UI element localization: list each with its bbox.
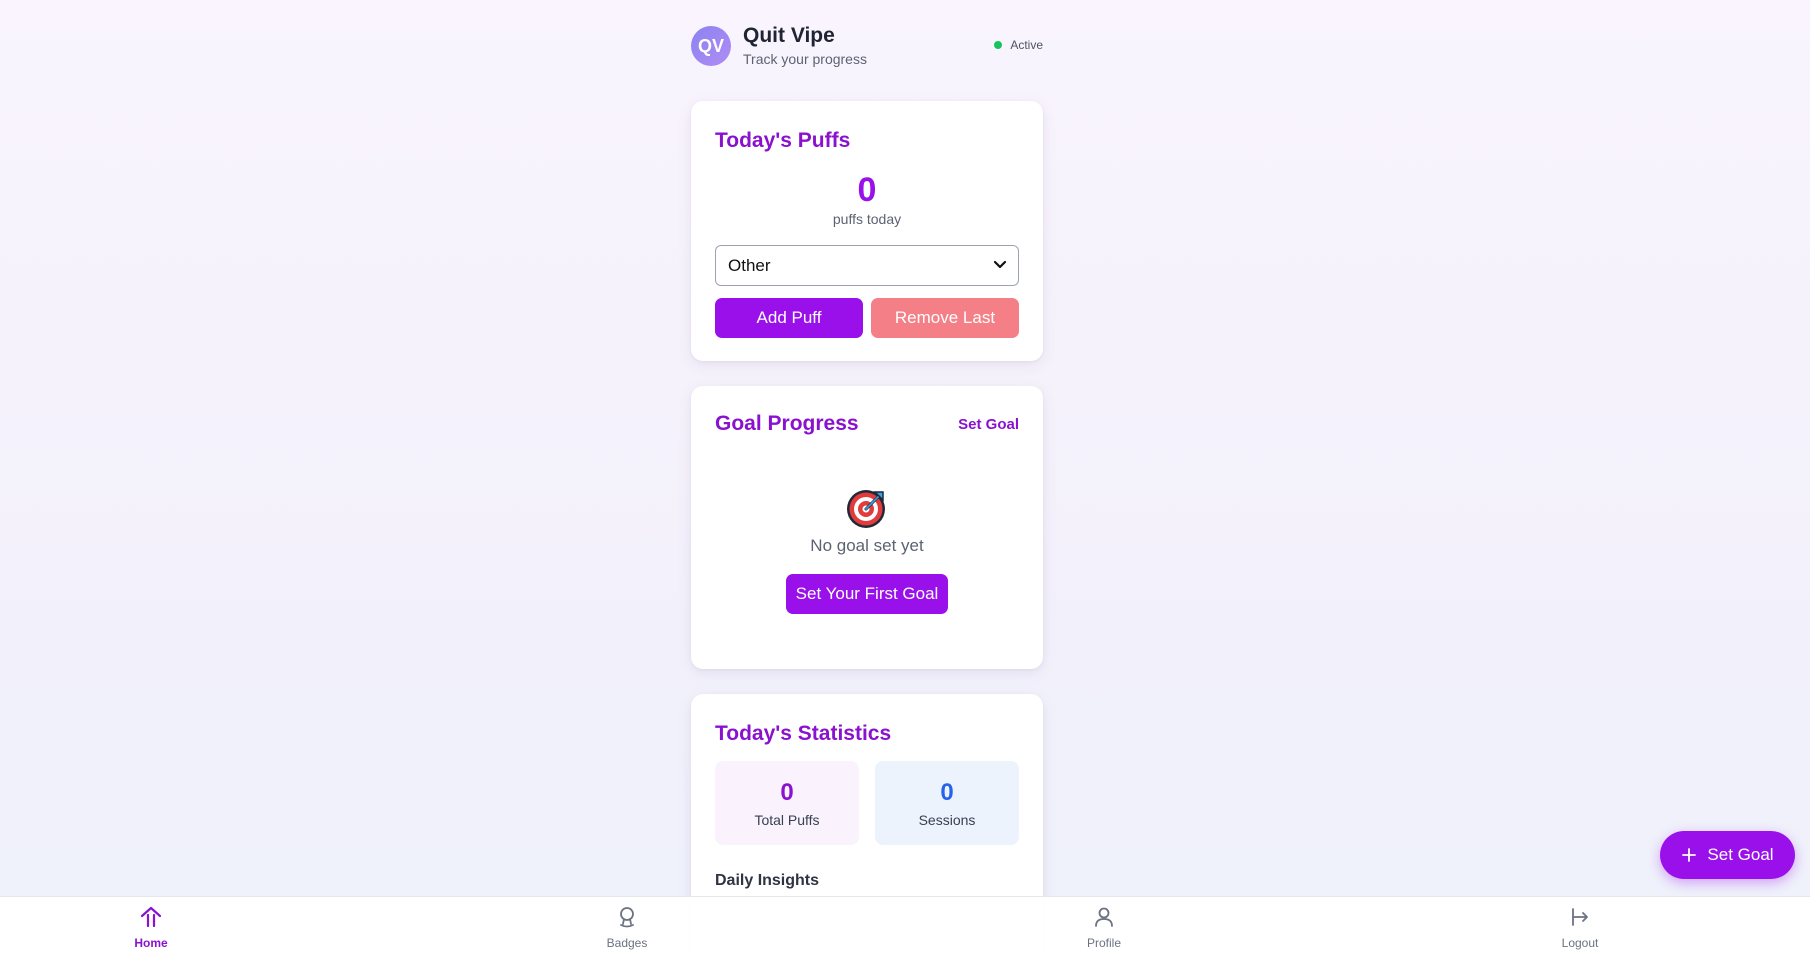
set-goal-link[interactable]: Set Goal	[958, 416, 1019, 433]
stat-sessions-value: 0	[940, 779, 954, 806]
nav-item-logout[interactable]: Logout	[1530, 897, 1630, 954]
nav-item-badges[interactable]: Badges	[577, 897, 677, 954]
nav-label-home: Home	[134, 936, 168, 950]
app-subtitle: Track your progress	[743, 51, 867, 67]
stat-total-value: 0	[780, 779, 794, 806]
logout-icon	[1572, 908, 1588, 926]
status-text: Active	[1010, 38, 1043, 52]
avatar[interactable]: QV	[691, 26, 731, 66]
stat-total-puffs: 0 Total Puffs	[715, 761, 859, 845]
app-header: QV Quit Vipe Track your progress Active	[691, 24, 1043, 68]
device-select[interactable]: Other	[715, 245, 1019, 286]
app-title: Quit Vipe	[743, 24, 835, 47]
card-title-goal: Goal Progress	[715, 412, 859, 435]
target-icon	[847, 490, 885, 528]
puffs-count-label: puffs today	[832, 211, 902, 227]
todays-puffs-card: Today's Puffs 0 puffs today Other Add Pu…	[691, 101, 1043, 361]
nav-label-badges: Badges	[606, 936, 648, 950]
set-goal-fab[interactable]: Set Goal	[1660, 831, 1795, 879]
status-dot-icon	[994, 41, 1003, 49]
nav-label-profile: Profile	[1086, 936, 1121, 950]
remove-last-button[interactable]: Remove Last	[871, 298, 1019, 338]
chevron-down-icon	[993, 260, 1007, 269]
stat-sessions-label: Sessions	[918, 812, 976, 828]
no-goal-text: No goal set yet	[810, 536, 924, 555]
bottom-nav: Home Badges Profile Logout	[0, 896, 1810, 954]
home-icon	[140, 906, 162, 928]
nav-item-home[interactable]: Home	[101, 897, 201, 954]
add-puff-button[interactable]: Add Puff	[715, 298, 863, 338]
card-title-stats: Today's Statistics	[715, 722, 892, 745]
status-badge: Active	[994, 38, 1043, 52]
set-first-goal-button[interactable]: Set Your First Goal	[786, 574, 948, 614]
stat-total-label: Total Puffs	[754, 812, 820, 828]
card-title-puffs: Today's Puffs	[715, 129, 851, 152]
profile-icon	[1095, 907, 1113, 927]
nav-label-logout: Logout	[1561, 936, 1599, 950]
stat-sessions: 0 Sessions	[875, 761, 1019, 845]
nav-item-profile[interactable]: Profile	[1054, 897, 1154, 954]
set-goal-fab-label: Set Goal	[1707, 845, 1774, 864]
plus-icon	[1682, 848, 1697, 862]
daily-insights-heading: Daily Insights	[715, 872, 820, 889]
device-select-value: Other	[728, 255, 771, 275]
goal-progress-card: Goal Progress Set Goal No goal set yet S…	[691, 386, 1043, 669]
badge-icon	[620, 907, 634, 928]
puffs-count: 0	[857, 171, 877, 209]
